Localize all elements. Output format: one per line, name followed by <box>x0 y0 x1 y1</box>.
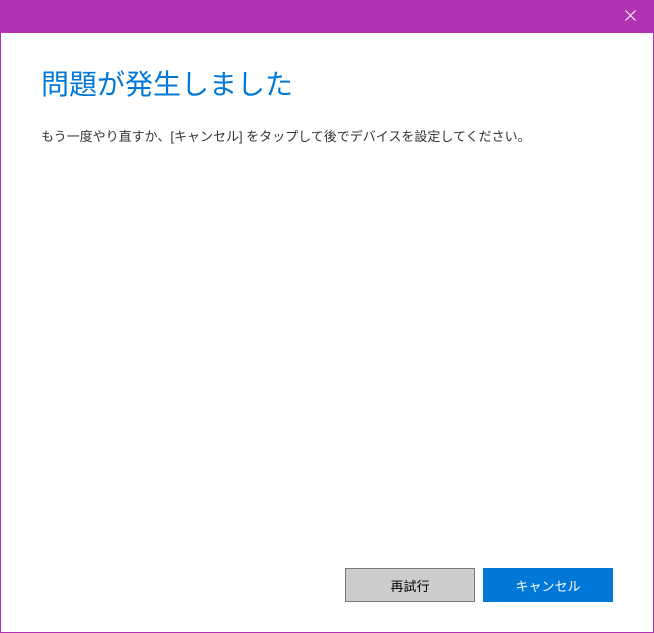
close-button[interactable] <box>607 1 653 33</box>
button-row: 再試行 キャンセル <box>41 568 613 612</box>
titlebar <box>1 1 653 33</box>
dialog-message: もう一度やり直すか、[キャンセル] をタップして後でデバイスを設定してください。 <box>41 127 613 147</box>
spacer <box>41 147 613 569</box>
cancel-button[interactable]: キャンセル <box>483 568 613 602</box>
error-dialog: 問題が発生しました もう一度やり直すか、[キャンセル] をタップして後でデバイス… <box>0 0 654 633</box>
dialog-heading: 問題が発生しました <box>41 63 613 103</box>
dialog-content: 問題が発生しました もう一度やり直すか、[キャンセル] をタップして後でデバイス… <box>1 33 653 632</box>
close-icon <box>625 8 636 26</box>
retry-button[interactable]: 再試行 <box>345 568 475 602</box>
